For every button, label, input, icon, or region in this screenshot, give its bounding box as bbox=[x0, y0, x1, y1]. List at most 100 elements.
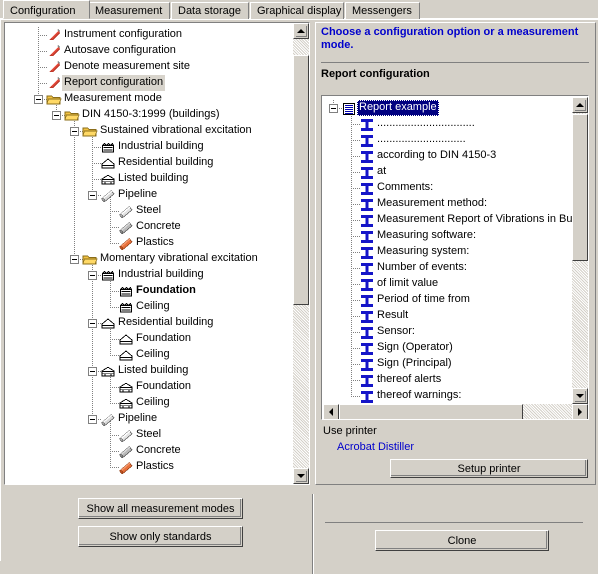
show-only-standards-button[interactable]: Show only standards bbox=[78, 526, 243, 547]
pencil-icon bbox=[46, 77, 62, 90]
tree-collapse-toggle-icon[interactable] bbox=[70, 127, 79, 136]
report-tree-scroll-left-button[interactable] bbox=[323, 404, 339, 419]
show-all-measurement-modes-button[interactable]: Show all measurement modes bbox=[78, 498, 243, 519]
tree-item-label: ................................ bbox=[377, 117, 475, 129]
text-field-icon bbox=[359, 262, 375, 275]
tree-collapse-toggle-icon[interactable] bbox=[70, 255, 79, 264]
text-field-icon bbox=[359, 150, 375, 163]
tab-data-storage[interactable]: Data storage bbox=[171, 2, 249, 19]
left-tree-scroll-up-button[interactable] bbox=[293, 23, 309, 39]
pipe-plastics-icon bbox=[118, 237, 134, 251]
tree-collapse-toggle-icon[interactable] bbox=[88, 271, 97, 280]
tab-measurement[interactable]: Measurement bbox=[88, 2, 170, 19]
tab-configuration[interactable]: Configuration bbox=[3, 0, 90, 19]
tree-item-label: Concrete bbox=[136, 444, 181, 456]
tree-item-label: Period of time from bbox=[377, 293, 470, 305]
tree-item-label: Steel bbox=[136, 204, 162, 216]
tree-item-label: Report configuration bbox=[62, 75, 166, 91]
tree-item-label: Concrete bbox=[136, 220, 181, 232]
listed-building-icon bbox=[100, 173, 116, 186]
industrial-building-icon bbox=[100, 141, 116, 154]
tree-item-label: Denote measurement site bbox=[64, 60, 190, 72]
hint-divider bbox=[321, 62, 589, 63]
tree-item-label: Pipeline bbox=[118, 412, 158, 424]
tree-item-label: Sign (Principal) bbox=[377, 357, 452, 369]
tree-item-label: ............................. bbox=[377, 133, 466, 145]
chevron-right-icon bbox=[578, 408, 582, 416]
tree-collapse-toggle-icon[interactable] bbox=[329, 104, 338, 113]
left-tree-vscrollbar-thumb[interactable] bbox=[293, 55, 309, 305]
report-tree-vscrollbar[interactable] bbox=[572, 97, 588, 404]
tree-item-label: of limit value bbox=[377, 277, 439, 289]
report-tree-scroll-right-button[interactable] bbox=[572, 404, 588, 419]
industrial-building-icon bbox=[118, 285, 134, 298]
tree-collapse-toggle-icon[interactable] bbox=[88, 367, 97, 376]
report-tree-hscrollbar[interactable] bbox=[323, 404, 588, 419]
text-field-icon bbox=[359, 358, 375, 371]
text-field-icon bbox=[359, 166, 375, 179]
text-field-icon bbox=[359, 326, 375, 339]
right-panel: Choose a configuration option or a measu… bbox=[315, 22, 596, 490]
pencil-icon bbox=[46, 45, 62, 58]
tree-collapse-toggle-icon[interactable] bbox=[88, 319, 97, 328]
tab-data-storage-label: Data storage bbox=[178, 5, 241, 17]
chevron-down-icon bbox=[576, 394, 584, 398]
pipe-plastics-icon bbox=[118, 461, 134, 475]
listed-building-icon bbox=[100, 365, 116, 378]
tree-collapse-toggle-icon[interactable] bbox=[88, 191, 97, 200]
tab-messengers[interactable]: Messengers bbox=[345, 2, 420, 19]
listed-building-icon bbox=[118, 397, 134, 410]
tree-item-label: Listed building bbox=[118, 364, 189, 376]
text-field-icon bbox=[359, 182, 375, 195]
measurement-mode-tree[interactable]: Instrument configuration Autosave configu… bbox=[4, 22, 310, 485]
residential-building-icon bbox=[100, 317, 116, 330]
industrial-building-icon bbox=[100, 269, 116, 282]
clone-section-divider bbox=[325, 522, 583, 523]
tree-collapse-toggle-icon[interactable] bbox=[88, 415, 97, 424]
text-field-icon bbox=[359, 134, 375, 147]
report-tree-scroll-down-button[interactable] bbox=[572, 388, 588, 404]
tree-item-label: DIN 4150-3:1999 (buildings) bbox=[82, 108, 220, 120]
tree-item-label: Listed building bbox=[118, 172, 189, 184]
tree-item-label: Sensor: bbox=[377, 325, 415, 337]
tree-item-label: Instrument configuration bbox=[64, 28, 183, 40]
tree-connector-line bbox=[74, 115, 75, 259]
tree-item-label: Ceiling bbox=[136, 396, 170, 408]
folder-icon bbox=[46, 93, 62, 106]
listed-building-icon bbox=[118, 381, 134, 394]
tab-graphical-display[interactable]: Graphical display bbox=[250, 2, 344, 19]
pipe-steel-icon bbox=[118, 205, 134, 219]
tree-item-label: thereof warnings: bbox=[377, 389, 462, 401]
tree-collapse-toggle-icon[interactable] bbox=[34, 95, 43, 104]
tree-item-label: Pipeline bbox=[118, 188, 158, 200]
clone-button[interactable]: Clone bbox=[375, 530, 549, 551]
text-field-icon bbox=[359, 390, 375, 403]
tree-item-label: Industrial building bbox=[118, 268, 204, 280]
tree-item-label: Result bbox=[377, 309, 409, 321]
printer-name[interactable]: Acrobat Distiller bbox=[337, 441, 414, 453]
residential-building-icon bbox=[118, 349, 134, 362]
text-field-icon bbox=[359, 198, 375, 211]
tree-item-label: Foundation bbox=[136, 332, 192, 344]
measurement-mode-tree-content: Instrument configuration Autosave configu… bbox=[6, 24, 294, 483]
section-title: Report configuration bbox=[321, 68, 430, 80]
report-tree-vscrollbar-thumb[interactable] bbox=[572, 114, 588, 261]
pipe-steel-icon bbox=[118, 429, 134, 443]
tree-item-label: Autosave configuration bbox=[64, 44, 176, 56]
folder-icon bbox=[82, 125, 98, 138]
text-field-icon bbox=[359, 374, 375, 387]
tree-item-label: Comments: bbox=[377, 181, 434, 193]
setup-printer-button[interactable]: Setup printer bbox=[390, 459, 588, 478]
report-tree[interactable]: Report example..........................… bbox=[321, 95, 589, 420]
tree-item-label: Sign (Operator) bbox=[377, 341, 453, 353]
tree-collapse-toggle-icon[interactable] bbox=[52, 111, 61, 120]
text-field-icon bbox=[359, 310, 375, 323]
left-tree-scroll-down-button[interactable] bbox=[293, 468, 309, 484]
tab-messengers-label: Messengers bbox=[352, 5, 412, 17]
left-tree-vscrollbar[interactable] bbox=[293, 23, 309, 484]
report-tree-hscrollbar-thumb[interactable] bbox=[339, 404, 523, 419]
text-field-icon bbox=[359, 278, 375, 291]
residential-building-icon bbox=[100, 157, 116, 170]
report-tree-scroll-up-button[interactable] bbox=[572, 97, 588, 113]
text-field-icon bbox=[359, 342, 375, 355]
